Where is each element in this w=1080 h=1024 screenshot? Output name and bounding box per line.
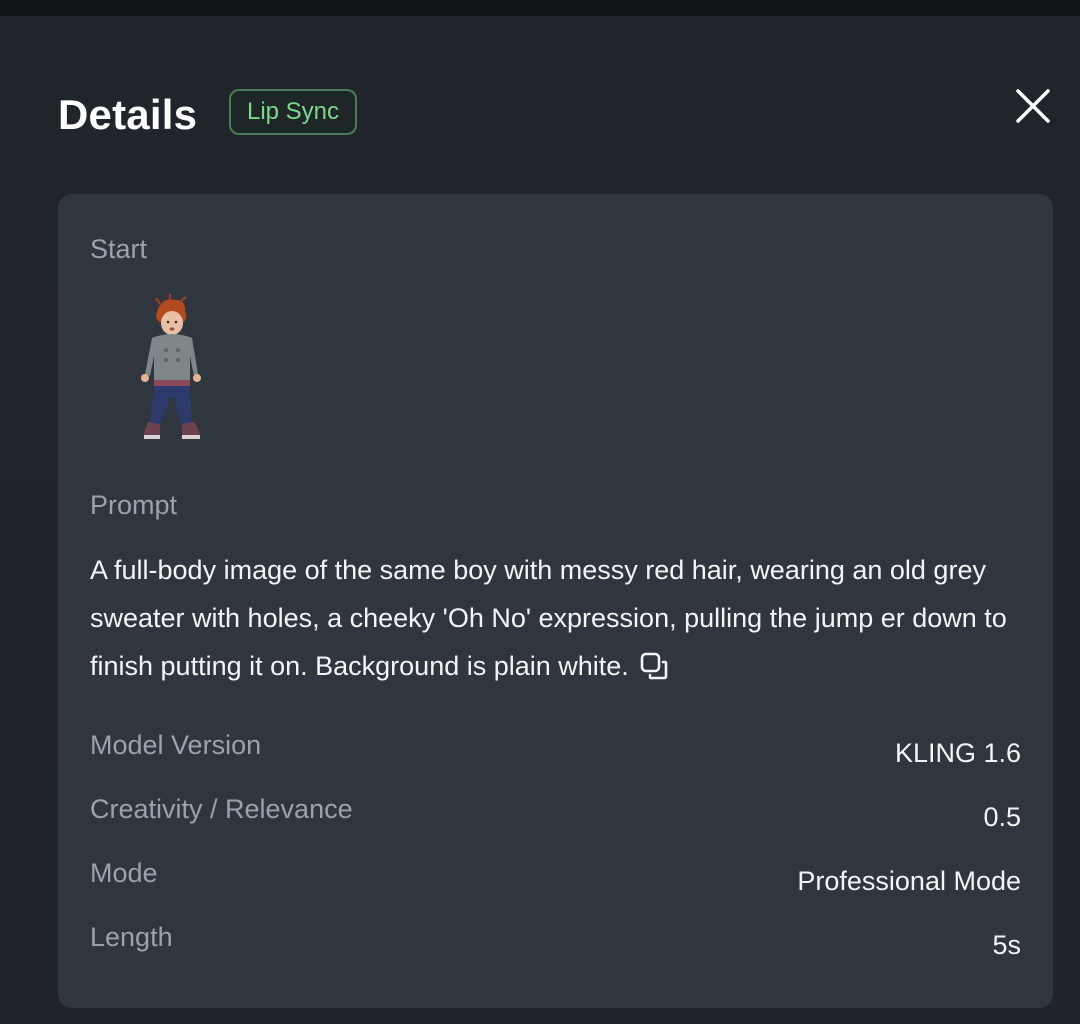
- close-button[interactable]: [1009, 82, 1057, 130]
- boy-figure-image: [141, 294, 201, 439]
- details-card: Start Prompt A full-body image of the sa…: [58, 194, 1053, 1008]
- mode-value: Professional Mode: [797, 866, 1021, 896]
- prompt-text: A full-body image of the same boy with m…: [90, 555, 1007, 681]
- close-icon: [1016, 89, 1050, 123]
- model-version-label: Model Version: [90, 730, 262, 760]
- top-strip: [0, 0, 1080, 16]
- creativity-relevance-label: Creativity / Relevance: [90, 794, 353, 824]
- prompt-label: Prompt: [90, 490, 178, 520]
- start-label: Start: [90, 234, 148, 264]
- creativity-relevance-value: 0.5: [983, 802, 1021, 832]
- prompt-text-block: A full-body image of the same boy with m…: [90, 546, 1025, 690]
- mode-label: Mode: [90, 858, 158, 888]
- start-image-thumbnail[interactable]: [130, 294, 215, 446]
- page-title: Details: [58, 91, 198, 138]
- length-value: 5s: [992, 930, 1021, 960]
- model-version-value: KLING 1.6: [894, 738, 1021, 768]
- copy-icon[interactable]: [639, 648, 669, 680]
- lip-sync-badge: Lip Sync: [229, 89, 357, 135]
- length-label: Length: [90, 922, 173, 952]
